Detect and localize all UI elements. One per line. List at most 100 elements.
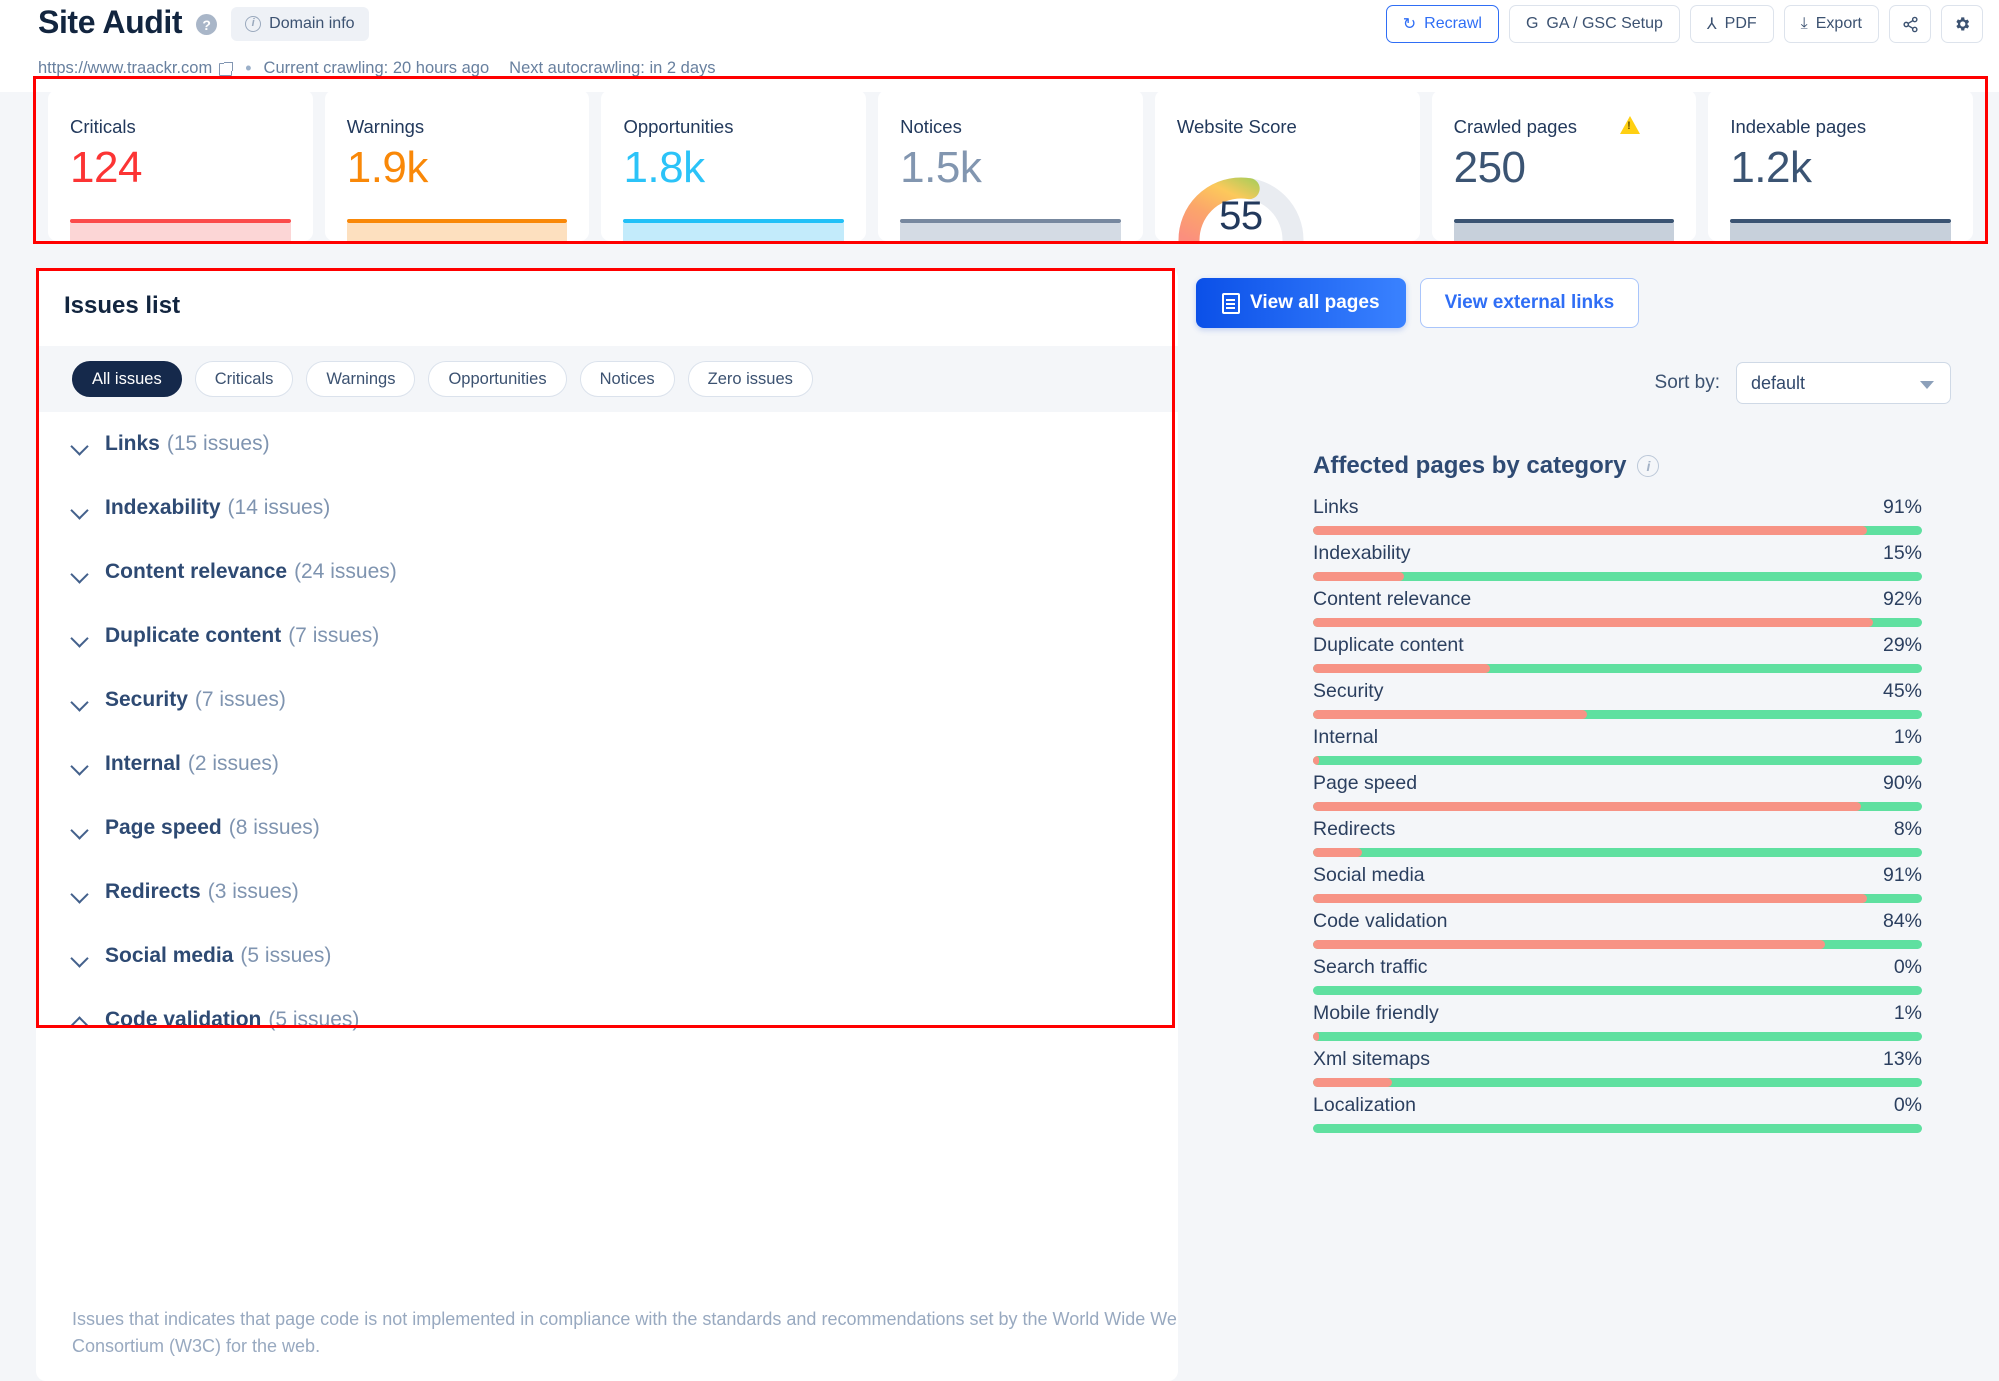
issue-filter-opportunities[interactable]: Opportunities	[428, 361, 567, 397]
issue-category-count: (3 issues)	[207, 880, 299, 903]
issue-category-row[interactable]: Indexability (14 issues)	[36, 476, 1178, 540]
chevron-down-icon[interactable]	[72, 568, 87, 577]
issue-category-count: (7 issues)	[194, 688, 286, 711]
affected-category-percent: 0%	[1893, 956, 1922, 978]
affected-category-item[interactable]: Internal 1%	[1313, 726, 1922, 765]
metric-card[interactable]: Criticals 124	[48, 90, 313, 241]
view-external-links-button[interactable]: View external links	[1419, 278, 1640, 328]
issue-filter-notices[interactable]: Notices	[579, 361, 675, 397]
issue-category-row[interactable]: Internal (2 issues)	[36, 732, 1178, 796]
issue-category-count: (5 issues)	[268, 1008, 360, 1031]
issue-category-row[interactable]: Page speed (8 issues)	[36, 796, 1178, 860]
ga-gsc-setup-label: GA / GSC Setup	[1546, 15, 1663, 32]
next-autocrawling-status: Next autocrawling: in 2 days	[509, 59, 716, 77]
affected-category-item[interactable]: Indexability 15%	[1313, 542, 1922, 581]
chevron-down-icon[interactable]	[72, 696, 87, 705]
metric-card-sparkline	[623, 219, 845, 241]
sort-by-select[interactable]: default	[1736, 362, 1951, 404]
issue-category-row[interactable]: Code validation (5 issues)	[36, 988, 1178, 1052]
chevron-down-icon[interactable]	[72, 440, 87, 449]
current-crawling-status: Current crawling: 20 hours ago	[263, 59, 490, 77]
affected-category-header: Indexability 15%	[1313, 542, 1922, 565]
affected-category-bar-fill	[1313, 1078, 1393, 1087]
view-all-pages-button[interactable]: View all pages	[1196, 278, 1406, 328]
chevron-down-icon[interactable]	[72, 632, 87, 641]
affected-category-bar	[1313, 526, 1922, 535]
help-icon[interactable]: ?	[196, 14, 218, 35]
expanded-category-description: Issues that indicates that page code is …	[72, 1309, 1178, 1356]
metric-card[interactable]: Crawled pages 250	[1431, 90, 1697, 241]
metric-card-label: Warnings	[346, 116, 425, 137]
affected-category-name: Links	[1313, 496, 1359, 518]
issue-category-row[interactable]: Duplicate content (7 issues)	[36, 604, 1178, 668]
site-url-link[interactable]: https://www.traackr.com	[38, 59, 234, 78]
issue-category-name: Content relevance	[105, 560, 288, 583]
issue-category-row[interactable]: Content relevance (24 issues)	[36, 540, 1178, 604]
pdf-button[interactable]: ⅄ PDF	[1689, 5, 1774, 43]
ga-gsc-setup-button[interactable]: G GA / GSC Setup	[1508, 5, 1680, 43]
metric-card-value: 250	[1453, 143, 1526, 192]
affected-category-item[interactable]: Security 45%	[1313, 680, 1922, 719]
issue-category-row[interactable]: Social media (5 issues)	[36, 924, 1178, 988]
affected-category-bar	[1313, 802, 1922, 811]
chevron-up-icon[interactable]	[72, 1016, 87, 1025]
metric-card-value: 1.9k	[346, 143, 429, 192]
export-button[interactable]: ⤓ Export	[1783, 5, 1879, 43]
affected-category-header: Links 91%	[1313, 496, 1922, 519]
affected-category-item[interactable]: Redirects 8%	[1313, 818, 1922, 857]
chevron-down-icon[interactable]	[72, 504, 87, 513]
metric-card[interactable]: Opportunities 1.8k	[601, 90, 867, 241]
issue-category-count: (5 issues)	[240, 944, 332, 967]
affected-category-name: Search traffic	[1313, 956, 1428, 978]
issue-category-row[interactable]: Redirects (3 issues)	[36, 860, 1178, 924]
metric-card[interactable]: Website Score 55	[1154, 90, 1420, 241]
affected-category-item[interactable]: Search traffic 0%	[1313, 956, 1922, 995]
affected-category-bar-fill	[1313, 618, 1874, 627]
issue-category-title: Indexability (14 issues)	[105, 496, 330, 520]
affected-category-name: Xml sitemaps	[1313, 1048, 1431, 1070]
affected-category-item[interactable]: Links 91%	[1313, 496, 1922, 535]
info-icon[interactable]: i	[1637, 455, 1660, 477]
affected-category-header: Search traffic 0%	[1313, 956, 1922, 979]
chevron-down-icon[interactable]	[72, 760, 87, 769]
issue-filter-criticals[interactable]: Criticals	[194, 361, 294, 397]
affected-category-name: Redirects	[1313, 818, 1396, 840]
issue-category-row[interactable]: Links (15 issues)	[36, 412, 1178, 476]
affected-category-item[interactable]: Code validation 84%	[1313, 910, 1922, 949]
metric-card-value: 124	[70, 143, 142, 192]
affected-category-bar-fill	[1313, 940, 1825, 949]
metric-card[interactable]: Indexable pages 1.2k	[1708, 90, 1974, 241]
affected-category-item[interactable]: Content relevance 92%	[1313, 588, 1922, 627]
issue-category-name: Security	[105, 688, 188, 711]
info-icon: i	[245, 15, 262, 32]
chevron-down-icon[interactable]	[72, 888, 87, 897]
metric-card-value: 1.8k	[623, 143, 705, 192]
affected-category-bar-fill	[1313, 802, 1862, 811]
affected-category-item[interactable]: Duplicate content 29%	[1313, 634, 1922, 673]
affected-category-percent: 91%	[1882, 864, 1922, 886]
separator-dot: •	[245, 58, 252, 78]
affected-category-item[interactable]: Xml sitemaps 13%	[1313, 1048, 1922, 1087]
metric-card-sparkline	[900, 219, 1121, 241]
issue-filter-all-issues[interactable]: All issues	[72, 361, 182, 397]
chevron-down-icon[interactable]	[72, 952, 87, 961]
issue-category-row[interactable]: Security (7 issues)	[36, 668, 1178, 732]
document-icon	[1222, 292, 1240, 314]
issue-filter-warnings[interactable]: Warnings	[306, 361, 416, 397]
affected-category-bar-fill	[1313, 664, 1490, 673]
affected-category-item[interactable]: Localization 0%	[1313, 1094, 1922, 1133]
recrawl-button[interactable]: ↻ Recrawl	[1385, 5, 1499, 43]
chevron-down-icon[interactable]	[72, 824, 87, 833]
share-button[interactable]	[1889, 5, 1931, 43]
domain-info-button[interactable]: i Domain info	[231, 6, 369, 41]
affected-category-percent: 92%	[1882, 588, 1922, 610]
metric-card[interactable]: Notices 1.5k	[878, 90, 1143, 241]
affected-category-item[interactable]: Social media 91%	[1313, 864, 1922, 903]
issue-category-count: (15 issues)	[166, 432, 270, 455]
settings-button[interactable]	[1941, 5, 1983, 43]
affected-category-item[interactable]: Page speed 90%	[1313, 772, 1922, 811]
affected-category-percent: 84%	[1882, 910, 1922, 932]
metric-card[interactable]: Warnings 1.9k	[324, 90, 590, 241]
affected-category-item[interactable]: Mobile friendly 1%	[1313, 1002, 1922, 1041]
issue-filter-zero-issues[interactable]: Zero issues	[687, 361, 813, 397]
